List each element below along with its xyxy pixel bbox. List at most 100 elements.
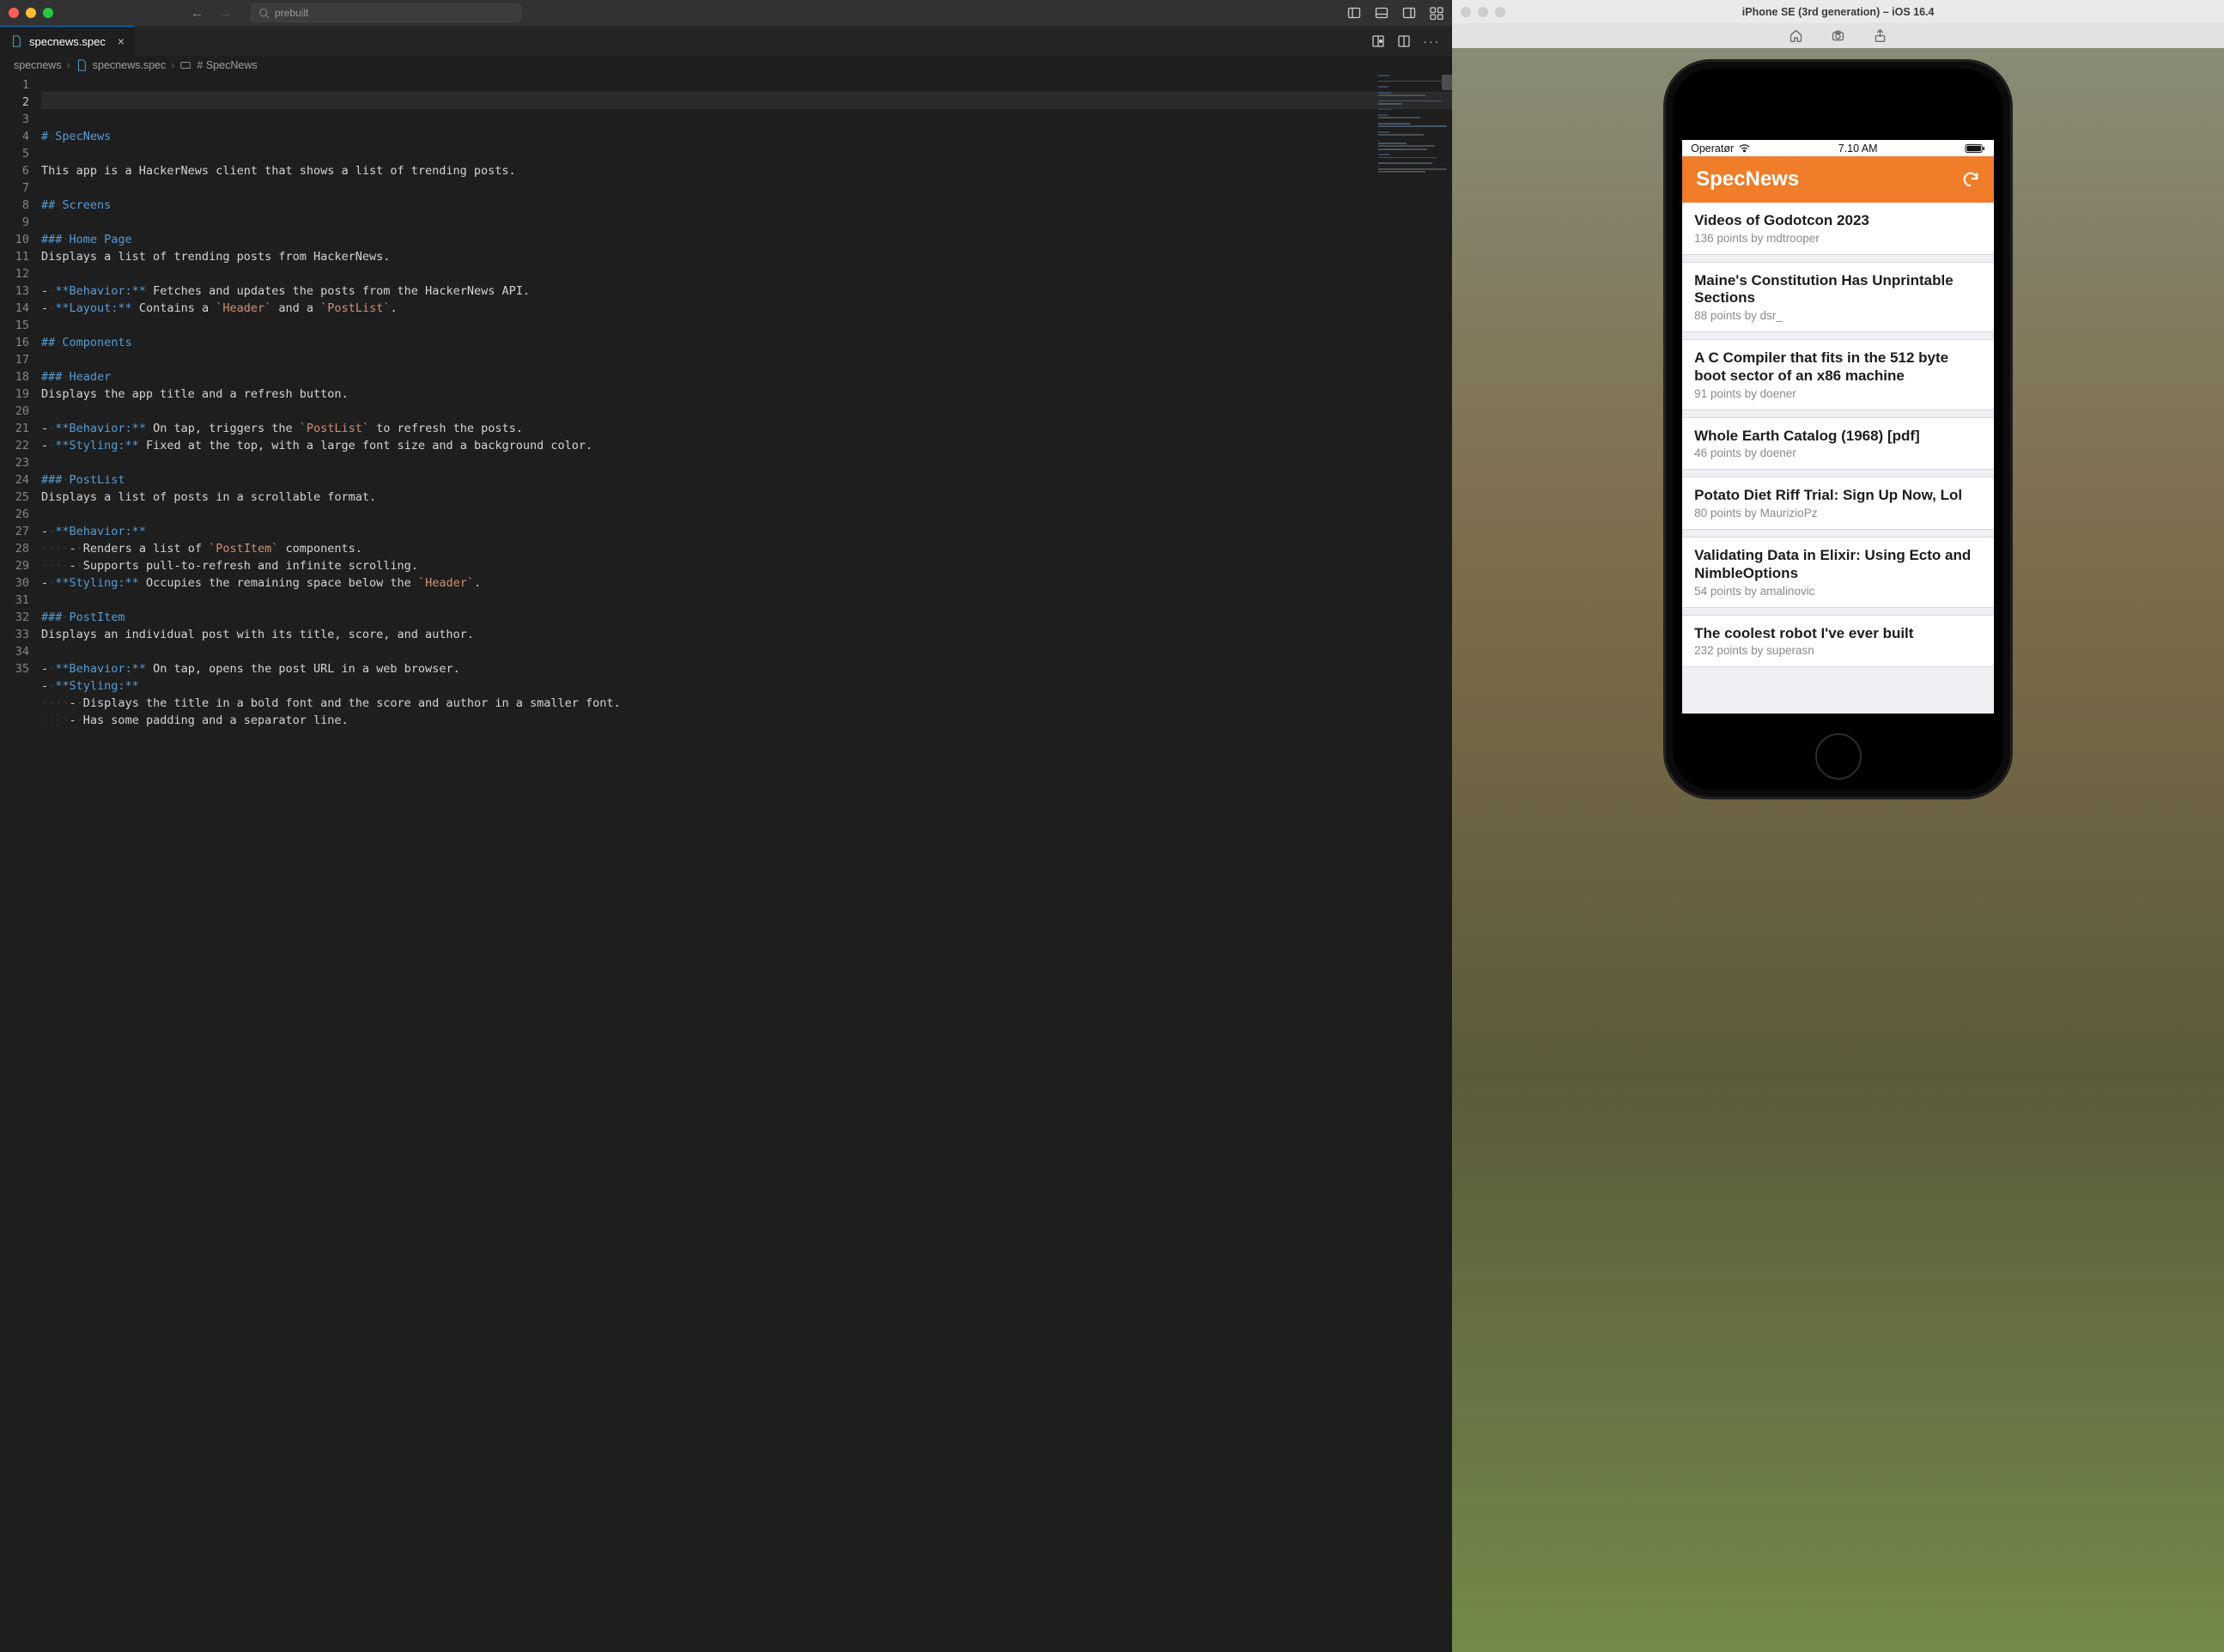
breadcrumb[interactable]: specnews › specnews.spec › # SpecNews <box>0 56 1452 75</box>
sim-close-button[interactable] <box>1461 7 1471 17</box>
code-line[interactable] <box>41 317 1452 334</box>
minimize-window-button[interactable] <box>26 8 36 18</box>
status-time: 7.10 AM <box>1838 143 1878 155</box>
share-icon[interactable] <box>1873 28 1887 43</box>
post-item[interactable]: Videos of Godotcon 2023136 points by mdt… <box>1682 203 1994 255</box>
code-line[interactable]: -·**Behavior:** On tap, opens the post U… <box>41 660 1452 677</box>
post-title: Videos of Godotcon 2023 <box>1694 212 1982 230</box>
post-subtitle: 54 points by amalinovic <box>1694 585 1982 598</box>
sim-minimize-button[interactable] <box>1478 7 1488 17</box>
code-line[interactable]: -·**Behavior:** On tap, triggers the `Po… <box>41 420 1452 437</box>
code-line[interactable]: ##·Components <box>41 334 1452 351</box>
chevron-right-icon: › <box>67 59 70 71</box>
post-title: Maine's Constitution Has Unprintable Sec… <box>1694 272 1982 307</box>
code-line[interactable]: Displays an individual post with its tit… <box>41 626 1452 643</box>
nav-back-button[interactable]: ← <box>191 7 204 20</box>
code-line[interactable]: This app is a HackerNews client that sho… <box>41 162 1452 179</box>
code-line[interactable] <box>41 592 1452 609</box>
code-line[interactable]: ###·PostItem <box>41 609 1452 626</box>
search-icon <box>258 8 270 19</box>
code-line[interactable] <box>41 403 1452 420</box>
code-line[interactable]: ····-·Has some padding and a separator l… <box>41 712 1452 729</box>
ios-status-bar: Operatør 7.10 AM <box>1682 140 1994 156</box>
simulator-toolbar <box>1452 23 2224 48</box>
breadcrumb-seg-folder[interactable]: specnews <box>14 59 62 71</box>
post-item[interactable]: Whole Earth Catalog (1968) [pdf]46 point… <box>1682 417 1994 471</box>
device-screen: Operatør 7.10 AM SpecNews Videos of Godo… <box>1682 140 1994 714</box>
home-icon[interactable] <box>1789 28 1803 43</box>
post-item[interactable]: Validating Data in Elixir: Using Ecto an… <box>1682 537 1994 607</box>
close-window-button[interactable] <box>9 8 19 18</box>
code-line[interactable]: -·**Behavior:** Fetches and updates the … <box>41 282 1452 300</box>
post-item[interactable]: Potato Diet Riff Trial: Sign Up Now, Lol… <box>1682 477 1994 530</box>
code-line[interactable] <box>41 351 1452 368</box>
code-line[interactable]: -·**Styling:** Occupies the remaining sp… <box>41 574 1452 592</box>
screenshot-icon[interactable] <box>1831 28 1845 43</box>
tab-close-icon[interactable]: × <box>118 34 125 48</box>
breadcrumb-seg-file[interactable]: specnews.spec <box>93 59 166 71</box>
panel-left-icon[interactable] <box>1347 6 1361 20</box>
maximize-window-button[interactable] <box>43 8 53 18</box>
nav-forward-button[interactable]: → <box>219 7 232 20</box>
file-icon <box>76 59 88 71</box>
code-line[interactable]: Displays a list of posts in a scrollable… <box>41 489 1452 506</box>
post-item[interactable]: A C Compiler that fits in the 512 byte b… <box>1682 339 1994 410</box>
code-line[interactable]: ····-·Supports pull-to-refresh and infin… <box>41 557 1452 574</box>
code-editor[interactable]: 1234567891011121314151617181920212223242… <box>0 75 1452 1652</box>
code-line[interactable] <box>41 145 1452 162</box>
chevron-right-icon: › <box>171 59 174 71</box>
editor-scrollbar[interactable] <box>1442 75 1452 1652</box>
layout-icon[interactable] <box>1430 6 1443 20</box>
search-text: prebuilt <box>275 7 308 19</box>
code-line[interactable]: ###·PostList <box>41 471 1452 489</box>
titlebar-actions <box>1347 6 1443 20</box>
command-center-search[interactable]: prebuilt <box>251 3 521 22</box>
code-line[interactable]: -·**Styling:** <box>41 677 1452 695</box>
code-line[interactable]: Displays a list of trending posts from H… <box>41 248 1452 265</box>
code-line[interactable]: ····-·Displays the title in a bold font … <box>41 695 1452 712</box>
post-subtitle: 88 points by dsr_ <box>1694 309 1982 322</box>
post-title: A C Compiler that fits in the 512 byte b… <box>1694 349 1982 385</box>
post-subtitle: 46 points by doener <box>1694 446 1982 459</box>
symbol-icon <box>179 59 191 71</box>
simulator-titlebar: iPhone SE (3rd generation) – iOS 16.4 <box>1452 0 2224 23</box>
code-content[interactable]: #·SpecNews This app is a HackerNews clie… <box>41 75 1452 1652</box>
post-title: Validating Data in Elixir: Using Ecto an… <box>1694 547 1982 582</box>
code-line[interactable]: ###·Home Page <box>41 231 1452 248</box>
code-line[interactable]: -·**Layout:** Contains a `Header` and a … <box>41 300 1452 317</box>
sim-maximize-button[interactable] <box>1495 7 1505 17</box>
split-editor-icon[interactable] <box>1397 34 1411 48</box>
simulator-title: iPhone SE (3rd generation) – iOS 16.4 <box>1742 6 1935 18</box>
code-line[interactable]: ###·Header <box>41 368 1452 386</box>
post-list[interactable]: Videos of Godotcon 2023136 points by mdt… <box>1682 203 1994 667</box>
panel-right-icon[interactable] <box>1402 6 1416 20</box>
breadcrumb-seg-symbol[interactable]: # SpecNews <box>197 59 257 71</box>
tab-bar: specnews.spec × ··· <box>0 26 1452 56</box>
code-line[interactable] <box>41 214 1452 231</box>
code-line[interactable]: #·SpecNews <box>41 128 1452 145</box>
code-line[interactable]: ##·Screens <box>41 197 1452 214</box>
code-line[interactable] <box>41 179 1452 197</box>
code-line[interactable] <box>41 643 1452 660</box>
code-line[interactable]: -·**Behavior:** <box>41 523 1452 540</box>
more-actions-icon[interactable]: ··· <box>1423 34 1440 48</box>
run-preview-icon[interactable] <box>1371 34 1385 48</box>
code-line[interactable] <box>41 454 1452 471</box>
nav-arrows: ← → <box>191 7 232 20</box>
code-line[interactable] <box>41 506 1452 523</box>
code-line[interactable] <box>41 265 1452 282</box>
post-title: Potato Diet Riff Trial: Sign Up Now, Lol <box>1694 487 1982 505</box>
tab-label: specnews.spec <box>29 35 106 48</box>
home-button[interactable] <box>1815 733 1862 780</box>
code-line[interactable]: ····-·Renders a list of `PostItem` compo… <box>41 540 1452 557</box>
tab-specnews-spec[interactable]: specnews.spec × <box>0 26 135 56</box>
post-item[interactable]: Maine's Constitution Has Unprintable Sec… <box>1682 262 1994 332</box>
code-line[interactable]: Displays the app title and a refresh but… <box>41 386 1452 403</box>
panel-bottom-icon[interactable] <box>1375 6 1388 20</box>
file-icon <box>10 35 22 47</box>
post-item[interactable]: The coolest robot I've ever built232 poi… <box>1682 615 1994 668</box>
app-title: SpecNews <box>1696 167 1799 191</box>
app-nav-header: SpecNews <box>1682 156 1994 203</box>
refresh-icon[interactable] <box>1961 170 1980 189</box>
code-line[interactable]: -·**Styling:** Fixed at the top, with a … <box>41 437 1452 454</box>
